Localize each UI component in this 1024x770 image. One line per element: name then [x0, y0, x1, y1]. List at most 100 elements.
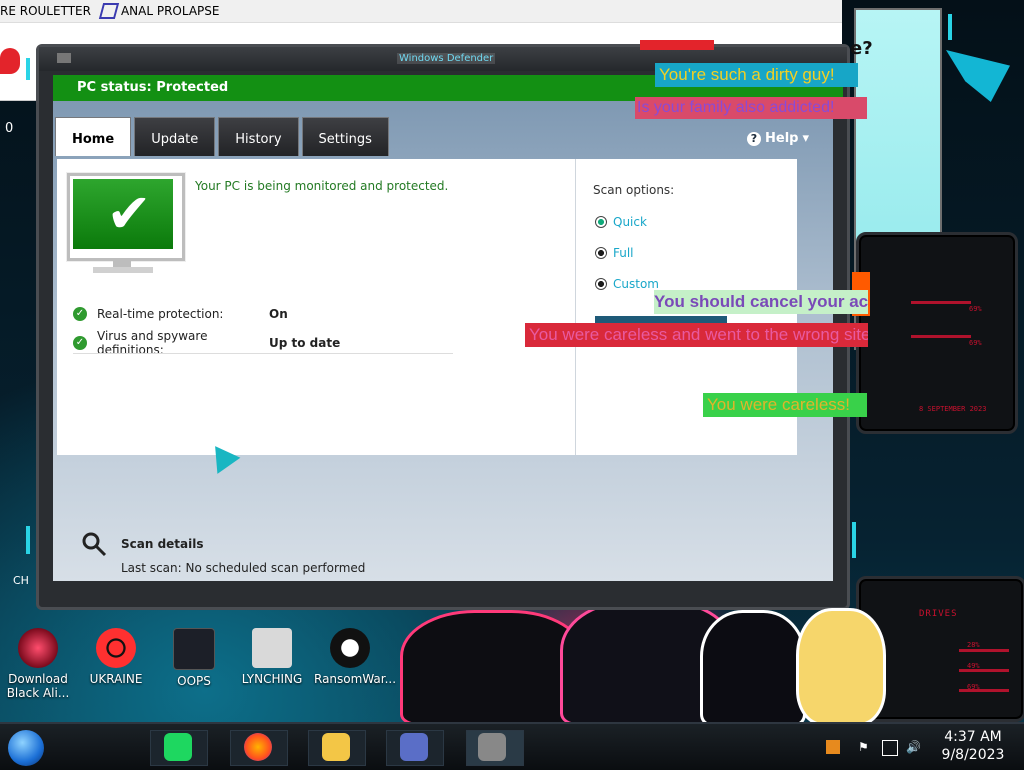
desktop-icon-label: LYNCHING — [241, 672, 303, 686]
realtime-protection-row: ✓ Real-time protection: On — [73, 307, 288, 321]
popup-fragment — [640, 40, 714, 50]
counter-text: 0 — [5, 121, 14, 136]
scare-popup[interactable]: You're such a dirty guy! — [655, 63, 858, 87]
last-scan-row: Last scan: No scheduled scan performed — [121, 561, 365, 575]
scan-option-full[interactable]: Full — [595, 246, 634, 260]
check-circle-icon: ✓ — [73, 336, 87, 350]
radiation-icon — [96, 628, 136, 668]
scare-popup[interactable]: You were careless and went to the wrong … — [525, 323, 868, 347]
frame-accent — [26, 526, 30, 554]
tray-app-icon[interactable] — [826, 740, 840, 754]
browser-tab[interactable]: RE ROULETTER — [0, 4, 91, 18]
start-button[interactable] — [8, 730, 44, 766]
scan-details-title: Scan details — [121, 537, 204, 551]
desktop-icon-oops[interactable]: OOPS — [158, 628, 230, 688]
scan-option-custom[interactable]: Custom — [595, 277, 659, 291]
checkmark-icon: ✔ — [106, 182, 152, 245]
wallpaper-figure — [400, 610, 586, 726]
defender-app-icon — [57, 53, 71, 63]
hud-percent: 49% — [967, 662, 980, 670]
flag-icon[interactable]: ⚑ — [858, 740, 872, 754]
radio-icon — [595, 278, 607, 290]
defender-wall-icon — [478, 733, 506, 761]
desktop-icon-download[interactable]: Download Black Ali... — [2, 628, 74, 700]
help-menu[interactable]: ? Help ▾ — [747, 131, 809, 146]
tab-history[interactable]: History — [218, 117, 299, 156]
stat-value: Up to date — [269, 336, 341, 350]
frame-accent — [26, 58, 30, 80]
scare-popup[interactable]: Is your family also addicted! — [635, 97, 867, 119]
scan-option-label: Custom — [613, 277, 659, 291]
help-icon: ? — [747, 131, 761, 146]
wallpaper-figure — [700, 610, 806, 726]
browser-tab-label: RE ROULETTER — [0, 4, 91, 18]
tab-home[interactable]: Home — [55, 117, 132, 156]
firefox-icon — [244, 733, 272, 761]
hud-bar — [911, 301, 971, 304]
folder-icon — [322, 733, 350, 761]
browser-tab-label: ANAL PROLAPSE — [120, 4, 220, 18]
desktop-icon-ransomware[interactable]: RansomWar... — [314, 628, 397, 686]
divider — [575, 159, 576, 455]
monitor-base — [93, 267, 153, 273]
hud-bar — [959, 649, 1009, 652]
scan-option-label: Quick — [613, 215, 647, 229]
search-icon — [82, 532, 107, 557]
monitor-stand — [113, 259, 131, 267]
network-icon[interactable] — [882, 740, 898, 756]
last-scan-value: No scheduled scan performed — [185, 561, 366, 575]
taskbar-clock[interactable]: 4:37 AM 9/8/2023 — [932, 728, 1014, 764]
stat-value: On — [269, 307, 288, 321]
desktop-icon-lynching[interactable]: LYNCHING — [236, 628, 308, 686]
desktop-icon-label: RansomWar... — [314, 672, 397, 686]
help-label: Help — [765, 131, 799, 146]
radio-icon — [595, 216, 607, 228]
hud-date: 8 SEPTEMBER 2023 — [919, 405, 987, 413]
desktop-icon-label: Download Black Ali... — [6, 672, 70, 700]
tab-logo-icon — [98, 3, 120, 19]
radio-icon — [595, 247, 607, 259]
scare-popup[interactable]: You should cancel your account! — [654, 290, 868, 314]
computer-icon — [173, 628, 215, 670]
monitor-screen: ✔ — [73, 179, 173, 249]
browser-tab-strip: RE ROULETTER ANAL PROLAPSE — [0, 0, 842, 23]
hud-panel-system: 69% 69% 8 SEPTEMBER 2023 — [856, 232, 1018, 434]
check-circle-icon: ✓ — [73, 307, 87, 321]
scan-option-quick[interactable]: Quick — [595, 215, 647, 229]
character-sticker — [796, 608, 886, 726]
rope-icon — [252, 628, 292, 668]
hud-percent: 69% — [969, 339, 982, 347]
hud-drives-title: DRIVES — [919, 609, 958, 619]
desktop-icon-ukraine[interactable]: UKRAINE — [80, 628, 152, 686]
desktop-icon-label-partial: CH — [13, 574, 29, 587]
frame-accent — [852, 522, 856, 558]
protected-monitor-icon: ✔ — [67, 173, 185, 261]
defender-window-title: Windows Defender — [397, 53, 496, 64]
desktop-icon-label: OOPS — [177, 674, 211, 688]
browser-tab[interactable]: ANAL PROLAPSE — [98, 3, 220, 19]
spotify-icon — [164, 733, 192, 761]
chevron-down-icon: ▾ — [802, 131, 809, 146]
scan-options-title: Scan options: — [593, 183, 675, 197]
divider — [73, 353, 453, 354]
hud-percent: 69% — [969, 305, 982, 313]
clock-time: 4:37 AM — [944, 729, 1002, 745]
protection-status-message: Your PC is being monitored and protected… — [195, 179, 449, 193]
desktop-icon-label: UKRAINE — [89, 672, 143, 686]
last-scan-label: Last scan: — [121, 561, 182, 575]
alien-icon — [18, 628, 58, 668]
hud-bar — [911, 335, 971, 338]
right-app-text: e? — [850, 38, 873, 59]
scan-option-label: Full — [613, 246, 634, 260]
tab-settings[interactable]: Settings — [301, 117, 389, 156]
scare-popup[interactable]: You were careless! — [703, 393, 867, 417]
tab-update[interactable]: Update — [134, 117, 216, 156]
speaker-icon[interactable]: 🔊 — [906, 740, 921, 754]
defender-tabs: Home Update History Settings — [55, 117, 389, 156]
hud-percent: 69% — [967, 683, 980, 691]
hud-percent: 28% — [967, 641, 980, 649]
stat-label: Real-time protection: — [97, 307, 224, 321]
clock-date: 9/8/2023 — [941, 747, 1005, 763]
display-settings-icon — [400, 733, 428, 761]
frame-accent — [948, 14, 952, 40]
